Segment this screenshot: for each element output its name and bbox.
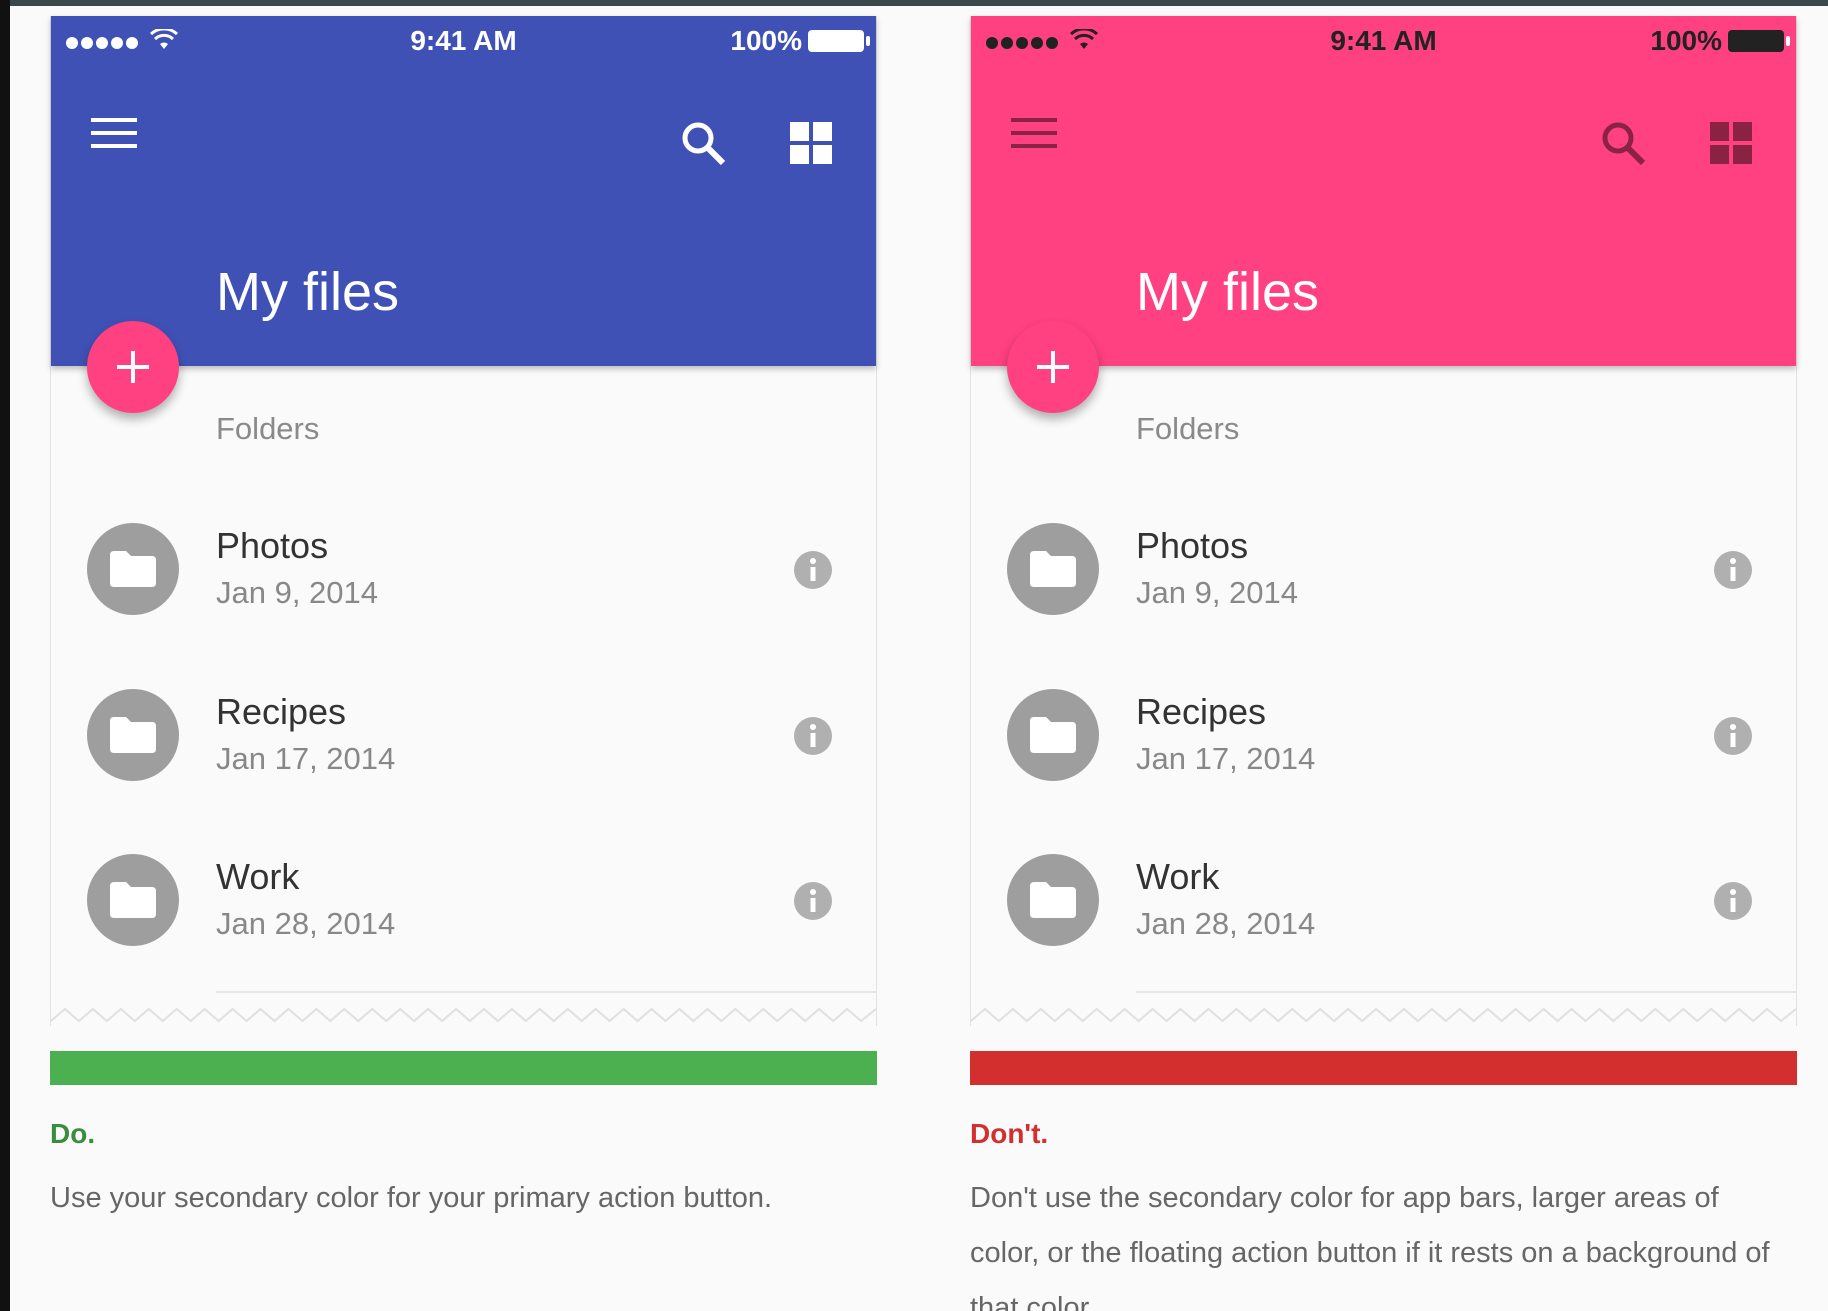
info-icon[interactable] (1714, 717, 1752, 755)
info-icon[interactable] (1714, 551, 1752, 589)
folder-name: Work (1136, 856, 1220, 897)
status-bar: 9:41 AM 100% (971, 16, 1796, 66)
do-label: Do. (50, 1118, 96, 1149)
add-fab-button[interactable] (87, 321, 179, 413)
info-icon[interactable] (1714, 882, 1752, 920)
folder-avatar (1007, 689, 1099, 781)
menu-icon[interactable] (91, 116, 137, 150)
menu-icon[interactable] (1011, 116, 1057, 150)
folder-icon (1030, 882, 1076, 918)
folder-avatar (87, 689, 179, 781)
battery-indicator: 100% (1650, 25, 1790, 57)
torn-edge-zigzag (971, 1007, 1796, 1023)
dont-label: Don't. (970, 1118, 1049, 1149)
guideline-sheet: 9:41 AM 100% My files Folders Photos Jan… (10, 0, 1828, 1311)
do-indicator-bar (50, 1051, 877, 1085)
folder-date: Jan 9, 2014 (1136, 575, 1299, 610)
phone-mockup-dont: 9:41 AM 100% My files Folders Photos Jan… (970, 16, 1797, 1026)
folder-date: Jan 17, 2014 (1136, 741, 1316, 776)
folder-name: Work (216, 856, 300, 897)
folder-name: Recipes (216, 691, 347, 732)
folder-name: Recipes (1136, 691, 1267, 732)
folder-icon (110, 717, 156, 753)
app-bar: 9:41 AM 100% My files (51, 16, 876, 366)
folder-date: Jan 28, 2014 (1136, 906, 1316, 941)
search-icon[interactable] (680, 120, 726, 166)
folder-icon (110, 882, 156, 918)
page-title: My files (1136, 262, 1320, 322)
do-caption: Use your secondary color for your primar… (50, 1182, 773, 1214)
folder-date: Jan 17, 2014 (216, 741, 396, 776)
add-icon (117, 351, 149, 383)
grid-view-icon[interactable] (1710, 122, 1752, 164)
battery-percent: 100% (1650, 25, 1722, 56)
folder-icon (1030, 717, 1076, 753)
dont-caption: Don't use the secondary color for app ba… (970, 1182, 1770, 1311)
phone-mockup-do: 9:41 AM 100% My files Folders Photos Jan… (50, 16, 877, 1026)
dont-indicator-bar (970, 1051, 1797, 1085)
folder-list-item[interactable]: Work Jan 28, 2014 (971, 854, 1796, 1004)
section-label-folders: Folders (216, 411, 320, 446)
folder-date: Jan 9, 2014 (216, 575, 379, 610)
battery-percent: 100% (730, 25, 802, 56)
status-bar: 9:41 AM 100% (51, 16, 876, 66)
folder-icon (110, 551, 156, 587)
page-title: My files (216, 262, 400, 322)
folder-list-item[interactable]: Work Jan 28, 2014 (51, 854, 876, 1004)
grid-view-icon[interactable] (790, 122, 832, 164)
folder-date: Jan 28, 2014 (216, 906, 396, 941)
search-icon[interactable] (1600, 120, 1646, 166)
battery-icon (1728, 30, 1790, 52)
battery-indicator: 100% (730, 25, 870, 57)
info-icon[interactable] (794, 551, 832, 589)
section-label-folders: Folders (1136, 411, 1240, 446)
torn-edge-zigzag (51, 1007, 876, 1023)
folder-list-item[interactable]: Photos Jan 9, 2014 (971, 523, 1796, 673)
info-icon[interactable] (794, 882, 832, 920)
folder-name: Photos (216, 525, 329, 566)
folder-icon (1030, 551, 1076, 587)
folder-avatar (1007, 523, 1099, 615)
app-bar: 9:41 AM 100% My files (971, 16, 1796, 366)
folder-avatar (87, 854, 179, 946)
folder-avatar (87, 523, 179, 615)
add-icon (1037, 351, 1069, 383)
battery-icon (808, 30, 870, 52)
folder-avatar (1007, 854, 1099, 946)
folder-list-item[interactable]: Photos Jan 9, 2014 (51, 523, 876, 673)
folder-name: Photos (1136, 525, 1249, 566)
add-fab-button[interactable] (1007, 321, 1099, 413)
folder-list-item[interactable]: Recipes Jan 17, 2014 (51, 689, 876, 839)
folder-list-item[interactable]: Recipes Jan 17, 2014 (971, 689, 1796, 839)
info-icon[interactable] (794, 717, 832, 755)
